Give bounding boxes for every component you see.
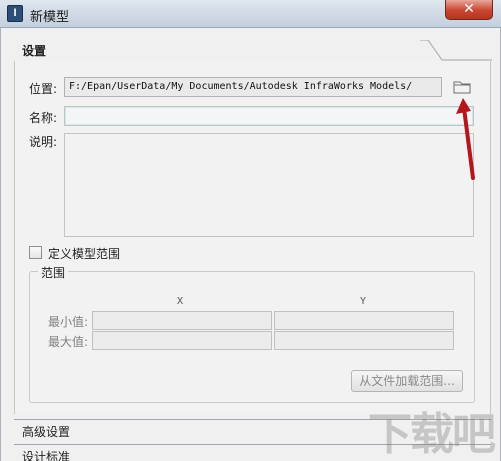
min-y-field[interactable] (274, 311, 454, 330)
annotation-arrow-icon (456, 98, 475, 180)
max-y-field[interactable] (274, 331, 454, 350)
name-label: 名称: (29, 111, 58, 125)
location-label: 位置: (29, 82, 58, 96)
description-label: 说明: (29, 135, 58, 149)
folder-icon (453, 81, 471, 94)
define-range-label: 定义模型范围 (48, 247, 121, 261)
name-input[interactable] (64, 106, 474, 126)
range-legend: 范围 (38, 264, 69, 281)
min-value-label: 最小值: (48, 315, 89, 329)
y-column-header: Y (360, 296, 367, 307)
description-textarea[interactable] (64, 133, 474, 237)
infraworks-icon: I (7, 5, 23, 22)
x-column-header: X (177, 296, 184, 307)
dialog-titlebar[interactable]: I 新模型 ✕ (0, 0, 501, 28)
browse-folder-button[interactable] (451, 78, 473, 96)
location-path-field[interactable]: F:/Epan/UserData/My Documents/Autodesk I… (64, 77, 442, 97)
advanced-settings-label: 高级设置 (22, 425, 71, 439)
load-range-from-file-button[interactable]: 从文件加载范围... (351, 370, 463, 392)
settings-section-title: 设置 (22, 44, 47, 58)
define-range-checkbox[interactable] (29, 246, 42, 259)
max-x-field[interactable] (92, 331, 272, 350)
design-standards-label: 设计标准 (22, 450, 71, 461)
max-value-label: 最大值: (48, 335, 89, 349)
min-x-field[interactable] (92, 311, 272, 330)
settings-section-header[interactable]: 设置 (14, 38, 429, 60)
section-tab-edge (420, 40, 492, 61)
watermark: 下载吧 (368, 409, 496, 460)
close-button[interactable]: ✕ (445, 0, 493, 20)
window-title: 新模型 (30, 10, 70, 25)
